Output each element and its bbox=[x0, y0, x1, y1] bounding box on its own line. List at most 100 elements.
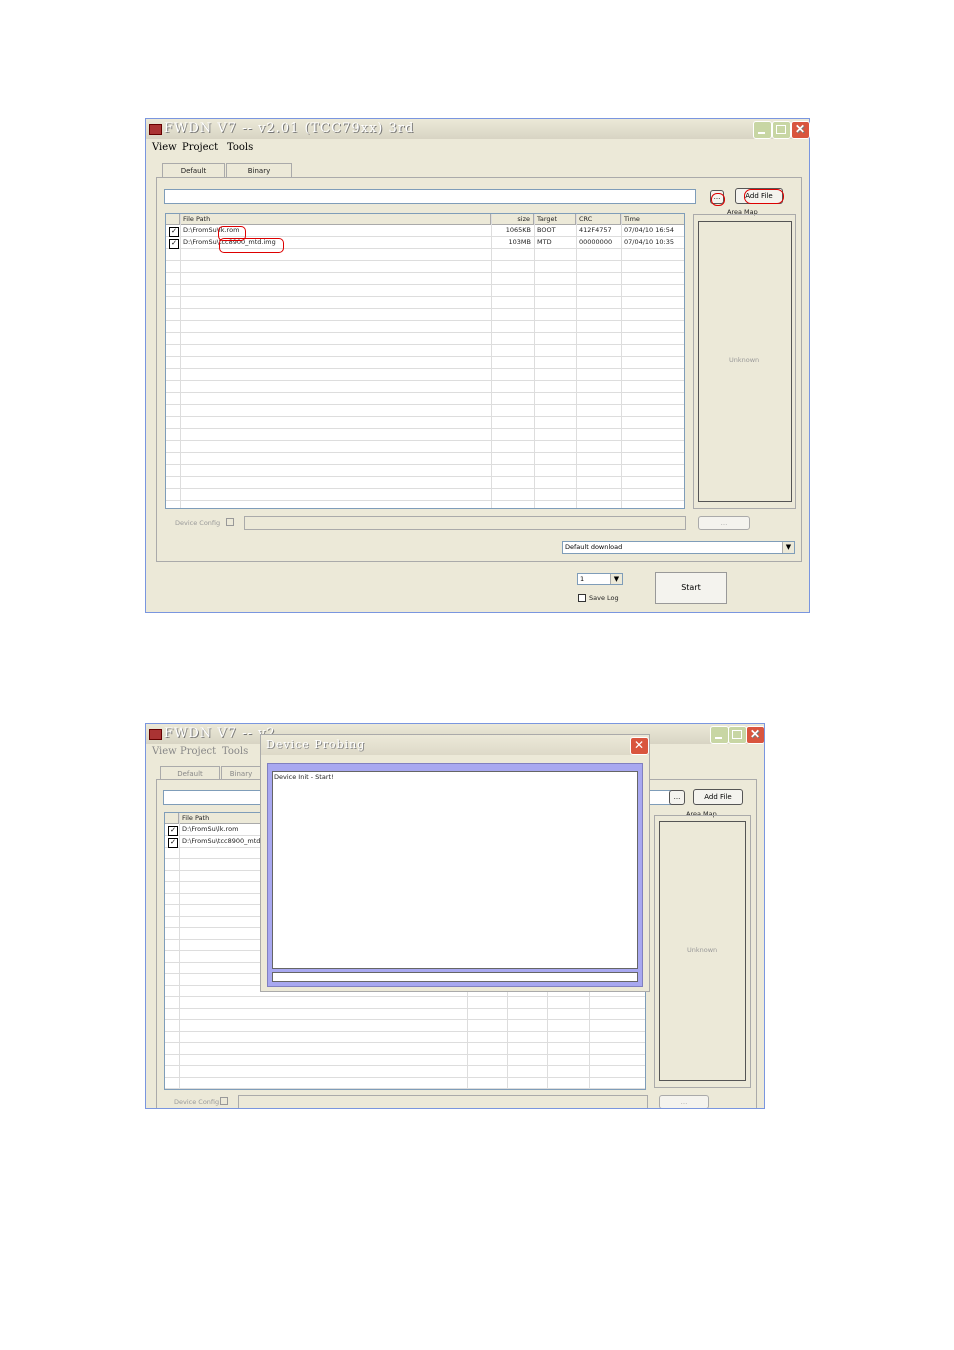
device-config-button[interactable]: ... bbox=[698, 516, 750, 530]
empty-row bbox=[166, 489, 684, 501]
empty-row bbox=[166, 333, 684, 345]
column-divider bbox=[576, 214, 577, 508]
log-frame: Device Init - Start! bbox=[267, 763, 643, 987]
empty-row bbox=[166, 297, 684, 309]
device-config-checkbox[interactable] bbox=[220, 1097, 228, 1105]
empty-row bbox=[166, 393, 684, 405]
column-divider bbox=[621, 214, 622, 508]
file-path-input[interactable] bbox=[164, 189, 696, 204]
row-size: 103MB bbox=[508, 238, 531, 246]
save-log-checkbox[interactable] bbox=[578, 594, 586, 602]
tab-binary[interactable]: Binary bbox=[226, 163, 292, 178]
column-divider bbox=[180, 214, 181, 508]
row-target: BOOT bbox=[537, 226, 556, 234]
window-title: FWDN V7 -- v2.01 (TCC79xx) 3rd bbox=[164, 121, 415, 136]
menu-view[interactable]: View bbox=[152, 746, 177, 757]
column-header-target[interactable]: Target bbox=[534, 214, 576, 225]
tab-binary[interactable]: Binary bbox=[221, 766, 261, 780]
download-mode-value: Default download bbox=[565, 543, 623, 551]
column-header-check bbox=[166, 214, 180, 225]
device-config-checkbox[interactable] bbox=[226, 518, 234, 526]
area-map-state: Unknown bbox=[729, 356, 760, 364]
dialog-close-button[interactable] bbox=[630, 737, 649, 755]
row-target: MTD bbox=[537, 238, 552, 246]
start-button[interactable]: Start bbox=[655, 572, 727, 604]
column-header-file-path[interactable]: File Path bbox=[180, 214, 491, 225]
close-button[interactable] bbox=[791, 121, 810, 139]
menu-project[interactable]: Project bbox=[182, 142, 218, 153]
count-value: 1 bbox=[580, 575, 585, 583]
highlight-circle-add-file bbox=[744, 189, 784, 204]
file-list[interactable]: File Path size Target CRC Time ✓ D:\FromS… bbox=[165, 213, 685, 509]
area-map-group: Unknown bbox=[693, 214, 796, 509]
app-icon bbox=[149, 729, 162, 740]
menu-view[interactable]: View bbox=[152, 142, 177, 153]
log-text: Device Init - Start! bbox=[274, 773, 334, 781]
column-header-crc[interactable]: CRC bbox=[576, 214, 621, 225]
empty-row bbox=[166, 453, 684, 465]
add-file-button[interactable]: Add File bbox=[693, 789, 743, 805]
column-header-size[interactable]: size bbox=[491, 214, 534, 225]
row-checkbox[interactable]: ✓ bbox=[168, 826, 178, 836]
maximize-button[interactable] bbox=[772, 121, 791, 139]
tab-default[interactable]: Default bbox=[160, 766, 220, 780]
empty-row bbox=[165, 997, 645, 1009]
progress-bar bbox=[272, 972, 638, 982]
row-checkbox[interactable]: ✓ bbox=[169, 239, 179, 249]
highlight-mtd-img bbox=[219, 238, 284, 253]
empty-row bbox=[165, 1054, 645, 1066]
row-checkbox[interactable]: ✓ bbox=[169, 227, 179, 237]
device-config-input bbox=[244, 516, 686, 530]
tab-panel: ... Add File File Path size Target CRC T… bbox=[156, 177, 802, 562]
empty-row bbox=[166, 357, 684, 369]
menu-tools[interactable]: Tools bbox=[222, 746, 248, 757]
area-map-display: Unknown bbox=[698, 221, 792, 502]
area-map-group: Unknown bbox=[654, 815, 751, 1088]
dialog-title: Device Probing bbox=[266, 738, 366, 751]
row-time: 07/04/10 16:54 bbox=[624, 226, 674, 234]
tab-default[interactable]: Default bbox=[162, 163, 225, 178]
area-map-display: Unknown bbox=[659, 821, 746, 1081]
device-config-button[interactable]: ... bbox=[659, 1095, 709, 1108]
column-divider bbox=[491, 214, 492, 508]
minimize-button[interactable] bbox=[710, 726, 729, 744]
dialog-title-bar[interactable]: Device Probing bbox=[261, 735, 649, 755]
menu-project[interactable]: Project bbox=[180, 746, 216, 757]
row-crc: 00000000 bbox=[579, 238, 613, 246]
column-divider bbox=[179, 813, 180, 1089]
window-title-2: FWDN V7 -- v2 bbox=[164, 726, 276, 741]
device-probing-dialog: Device Probing Device Init - Start! bbox=[260, 734, 650, 992]
column-header-check bbox=[165, 813, 179, 824]
fwdn-main-window: FWDN V7 -- v2.01 (TCC79xx) 3rd View Proj… bbox=[145, 118, 810, 613]
menu-tools[interactable]: Tools bbox=[227, 142, 253, 153]
device-config-label: Device Config bbox=[175, 519, 221, 527]
empty-row bbox=[166, 405, 684, 417]
row-size: 1065KB bbox=[505, 226, 531, 234]
device-config-label: Device Config bbox=[174, 1098, 220, 1106]
row-crc: 412F4757 bbox=[579, 226, 612, 234]
empty-row bbox=[165, 1043, 645, 1055]
log-area[interactable]: Device Init - Start! bbox=[272, 771, 638, 969]
download-mode-select[interactable]: Default download ▼ bbox=[562, 541, 795, 554]
empty-row bbox=[165, 1066, 645, 1078]
maximize-button[interactable] bbox=[728, 726, 747, 744]
close-button[interactable] bbox=[746, 726, 764, 744]
chevron-down-icon[interactable]: ▼ bbox=[610, 574, 622, 584]
empty-row bbox=[166, 429, 684, 441]
empty-row bbox=[166, 501, 684, 508]
save-log-label: Save Log bbox=[589, 594, 619, 602]
minimize-button[interactable] bbox=[753, 121, 772, 139]
area-map-state: Unknown bbox=[687, 946, 718, 954]
count-select[interactable]: 1 ▼ bbox=[577, 573, 623, 585]
title-bar[interactable]: FWDN V7 -- v2.01 (TCC79xx) 3rd bbox=[146, 119, 810, 139]
empty-row bbox=[165, 1031, 645, 1043]
device-config-input bbox=[238, 1095, 648, 1108]
empty-row bbox=[166, 309, 684, 321]
row-checkbox[interactable]: ✓ bbox=[168, 837, 178, 848]
menu-bar: View Project Tools bbox=[152, 142, 452, 156]
chevron-down-icon[interactable]: ▼ bbox=[782, 542, 794, 553]
browse-button[interactable]: ... bbox=[669, 790, 685, 805]
row-time: 07/04/10 10:35 bbox=[624, 238, 674, 246]
empty-row bbox=[166, 477, 684, 489]
column-header-time[interactable]: Time bbox=[621, 214, 684, 225]
